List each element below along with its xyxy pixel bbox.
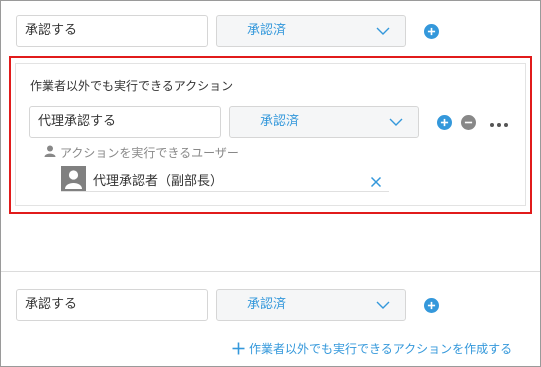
proxy-status-select[interactable]: 承認済 [229,106,419,138]
plus-icon [232,342,245,355]
panel-title: 作業者以外でも実行できるアクション [30,79,234,93]
status-select-value: 承認済 [247,297,287,312]
user-entry: 代理承認者（副部長） [61,166,389,192]
chevron-down-icon [389,118,403,126]
remove-user-button[interactable] [370,173,382,188]
add-proxy-action-button[interactable] [437,115,452,130]
close-icon [370,176,382,188]
status-select[interactable]: 承認済 [216,15,406,47]
user-icon [44,145,56,157]
user-avatar [61,166,86,191]
user-avatar-icon [65,170,82,189]
add-action-button[interactable] [424,298,439,313]
plus-circle-icon [427,27,436,36]
plus-circle-icon [440,118,449,127]
more-options-button[interactable] [489,116,509,128]
executors-label: アクションを実行できるユーザー [60,146,239,160]
remove-proxy-action-button[interactable] [461,115,476,130]
action-name-input[interactable]: 承認する [16,15,208,47]
chevron-down-icon [376,27,390,35]
section-divider [1,271,540,272]
action-name-input[interactable]: 承認する [16,289,208,321]
proxy-action-name-input[interactable]: 代理承認する [29,106,221,138]
create-link-label: 作業者以外でも実行できるアクションを作成する [249,342,513,356]
add-action-button[interactable] [424,24,439,39]
chevron-down-icon [376,301,390,309]
plus-circle-icon [427,301,436,310]
status-select-value: 承認済 [247,23,287,38]
more-icon [490,123,508,127]
proxy-status-select-value: 承認済 [260,114,300,129]
status-select[interactable]: 承認済 [216,289,406,321]
minus-circle-icon [464,121,473,124]
user-name: 代理承認者（副部長） [93,174,224,189]
